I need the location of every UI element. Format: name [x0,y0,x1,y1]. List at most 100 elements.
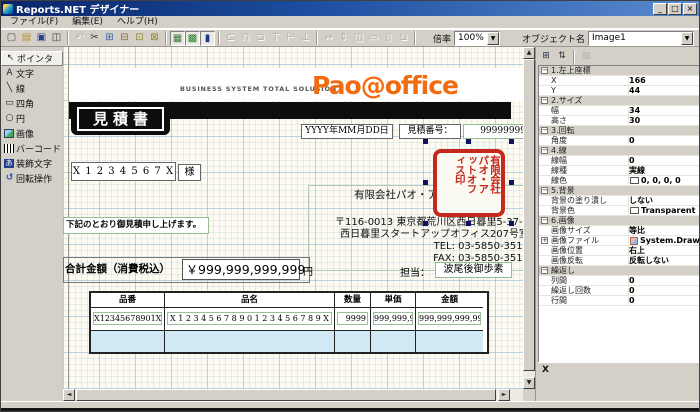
property-value[interactable]: 0 [629,156,700,165]
contact-field[interactable]: 波尾後御歩素 [435,262,512,278]
show-grid-icon[interactable]: ▦ [170,31,185,46]
property-row[interactable]: 繰返し回数0 [539,286,700,296]
open-file-icon[interactable]: ▤ [19,31,34,46]
tool-pointer[interactable]: ↖ポインタ [1,51,63,66]
selection-handle[interactable] [423,221,428,226]
tool-rotate[interactable]: ↺回転操作 [1,171,63,186]
property-row[interactable]: 幅34 [539,106,700,116]
save-icon[interactable]: ▣ [34,31,49,46]
design-canvas[interactable]: BUSINESS SYSTEM TOTAL SOLUSION Pao@offic… [63,47,523,389]
tool-text[interactable]: A文字 [1,66,63,81]
collapse-icon[interactable]: − [541,187,548,194]
contact-label[interactable]: 担当： [400,264,430,279]
property-category-row[interactable]: −2.サイズ [539,96,700,106]
total-label[interactable]: 合計金額（消費税込） [65,261,170,276]
object-name-dropdown-arrow-icon[interactable]: ▼ [681,32,693,45]
property-value[interactable]: 右上 [629,246,700,255]
date-field[interactable]: YYYY年MM月DD日 [301,124,393,139]
copy-icon[interactable]: ⊞ [102,31,117,46]
property-row[interactable]: X166 [539,76,700,86]
collapse-icon[interactable]: − [541,217,548,224]
selection-handle[interactable] [423,180,428,185]
property-category-row[interactable]: −3.回転 [539,126,700,136]
snap-to-grid-icon[interactable]: ▩ [185,31,200,46]
property-row[interactable]: 背景の塗り潰ししない [539,196,700,206]
property-row[interactable]: 線幅0 [539,156,700,166]
menu-file[interactable]: ファイル(F) [3,16,65,29]
maximize-button[interactable]: □ [668,3,682,15]
property-value[interactable]: 30 [629,116,700,125]
collapse-icon[interactable]: − [541,127,548,134]
property-value[interactable]: 166 [629,76,700,85]
selection-handle[interactable] [466,221,471,226]
property-category-row[interactable]: −1.左上座標 [539,66,700,76]
property-row[interactable]: +画像ファイルSystem.Drawing.Bi [539,236,700,246]
selection-handle[interactable] [509,139,514,144]
property-value[interactable]: 実線 [629,166,700,175]
property-row[interactable]: 線色0, 0, 0, 0 [539,176,700,186]
property-category-row[interactable]: −繰返し [539,266,700,276]
tool-image[interactable]: 画像 [1,126,63,141]
categorized-view-icon[interactable]: ⊞ [538,50,554,64]
tool-decorated-text[interactable]: あ装飾文字 [1,156,63,171]
lock-objects-icon[interactable]: ▮ [200,31,215,46]
property-value[interactable]: 等比 [629,226,700,235]
table-field[interactable]: 999,999,999,999 [418,312,481,325]
print-preview-icon[interactable]: ◫ [49,31,64,46]
close-button[interactable]: × [683,3,697,15]
property-value[interactable]: 0, 0, 0, 0 [629,176,700,185]
tool-rectangle[interactable]: ▭四角 [1,96,63,111]
property-value[interactable]: 0 [629,296,700,305]
property-row[interactable]: 角度0 [539,136,700,146]
total-unit[interactable]: 円 [303,263,313,278]
property-value[interactable]: 44 [629,86,700,95]
company-logo[interactable]: Pao@office [312,73,458,99]
scroll-up-icon[interactable]: ▲ [523,47,535,59]
new-document-icon[interactable]: ▢ [4,31,19,46]
scroll-down-icon[interactable]: ▼ [523,377,535,389]
doc-title-badge[interactable]: 見積書 [71,103,170,135]
property-row[interactable]: 列間0 [539,276,700,286]
property-value[interactable]: System.Drawing.Bi [629,236,700,245]
property-category-row[interactable]: −5.背景 [539,186,700,196]
zoom-dropdown-arrow-icon[interactable]: ▼ [487,32,499,45]
tool-barcode[interactable]: バーコード [1,141,63,156]
property-row[interactable]: 画像サイズ等比 [539,226,700,236]
property-row[interactable]: 画像反転反転しない [539,256,700,266]
alphabetical-sort-icon[interactable]: ⇅ [554,50,570,64]
property-value[interactable]: 反転しない [629,256,700,265]
tool-line[interactable]: ╲線 [1,81,63,96]
bring-to-front-icon[interactable]: ⊡ [132,31,147,46]
selection-handle[interactable] [509,180,514,185]
customer-code-field[interactable]: X 1 2 3 4 5 6 7 X [71,162,176,181]
horizontal-scroll-thumb[interactable] [76,389,496,401]
property-row[interactable]: Y44 [539,86,700,96]
estimate-no-field[interactable]: 99999999 [463,124,523,139]
property-row[interactable]: 行間0 [539,296,700,306]
property-row[interactable]: 背景色Transparent [539,206,700,216]
property-value[interactable]: 0 [629,276,700,285]
zoom-dropdown[interactable]: 100% ▼ [454,31,500,46]
minimize-button[interactable]: _ [653,3,667,15]
items-table-object[interactable]: 品番品名数量単価金額X12345678901XX 1 2 3 4 5 6 7 8… [89,291,489,354]
collapse-icon[interactable]: − [541,67,548,74]
horizontal-scrollbar[interactable]: ◄ ► [63,389,523,401]
property-value[interactable]: しない [629,196,700,205]
menu-edit[interactable]: 編集(E) [65,16,110,29]
total-amount-field[interactable]: ￥ 999,999,999,999 [182,259,300,280]
property-value[interactable]: 34 [629,106,700,115]
vertical-scroll-thumb[interactable] [523,59,535,371]
send-to-back-icon[interactable]: ⊠ [147,31,162,46]
property-value[interactable]: 0 [629,286,700,295]
property-row[interactable]: 線種実線 [539,166,700,176]
selection-handle[interactable] [466,139,471,144]
table-field[interactable]: 999,999,999 [373,312,413,325]
selection-handle[interactable] [509,221,514,226]
property-row[interactable]: 高さ30 [539,116,700,126]
property-value[interactable]: Transparent [629,206,700,215]
paste-icon[interactable]: ⊟ [117,31,132,46]
collapse-icon[interactable]: − [541,147,548,154]
scroll-left-icon[interactable]: ◄ [63,389,75,401]
table-field[interactable]: 9999 [337,312,368,325]
property-category-row[interactable]: −4.線 [539,146,700,156]
